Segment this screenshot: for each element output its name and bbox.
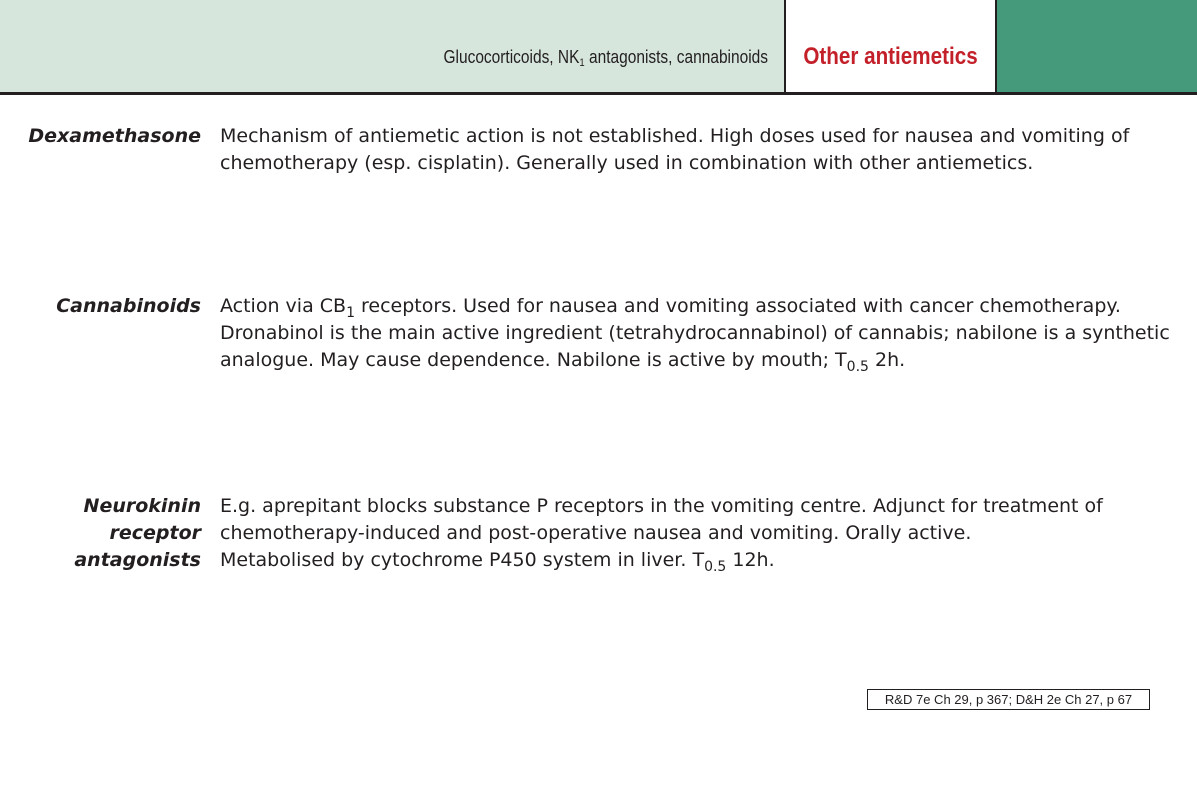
section-tab: Other antiemetics — [784, 0, 997, 92]
term-line: Dexamethasone — [28, 125, 201, 147]
description-dexamethasone: Mechanism of antiemetic action is not es… — [220, 123, 1180, 177]
header-subtitle-suffix: antagonists, cannabinoids — [584, 47, 768, 67]
term-line: antagonists — [74, 549, 201, 571]
subscript: 0.5 — [846, 359, 869, 375]
text-run: Action via CB — [220, 295, 347, 317]
header-band: Glucocorticoids, NK1 antagonists, cannab… — [0, 0, 1197, 95]
description-line: Mechanism of antiemetic action is not es… — [220, 125, 1130, 147]
subscript: 1 — [346, 305, 355, 321]
header-subtitle-prefix: Glucocorticoids, NK — [443, 47, 580, 67]
subscript: 0.5 — [704, 559, 727, 575]
reference-box: R&D 7e Ch 29, p 367; D&H 2e Ch 27, p 67 — [867, 689, 1150, 710]
term-cannabinoids: Cannabinoids — [1, 293, 201, 320]
section-title: Other antiemetics — [803, 43, 978, 70]
description-line: chemotherapy-induced and post-operative … — [220, 522, 972, 544]
term-line: Neurokinin — [83, 495, 201, 517]
text-run: 2h. — [868, 349, 906, 371]
description-line: analogue. May cause dependence. Nabilone… — [220, 347, 1180, 374]
text-run: 12h. — [726, 549, 775, 571]
term-neurokinin-antagonists: Neurokinin receptor antagonists — [1, 493, 201, 574]
term-line: Cannabinoids — [56, 295, 201, 317]
description-line: Dronabinol is the main active ingredient… — [220, 322, 1170, 344]
header-subtitle: Glucocorticoids, NK1 antagonists, cannab… — [417, 47, 768, 69]
description-neurokinin-antagonists: E.g. aprepitant blocks substance P recep… — [220, 493, 1180, 574]
description-line: Action via CB1 receptors. Used for nause… — [220, 293, 1180, 320]
term-line: receptor — [109, 522, 201, 544]
description-line: E.g. aprepitant blocks substance P recep… — [220, 495, 1103, 517]
description-cannabinoids: Action via CB1 receptors. Used for nause… — [220, 293, 1180, 374]
text-run: receptors. Used for nausea and vomiting … — [354, 295, 1121, 317]
text-run: analogue. May cause dependence. Nabilone… — [220, 349, 847, 371]
text-run: Metabolised by cytochrome P450 system in… — [220, 549, 705, 571]
description-line: Metabolised by cytochrome P450 system in… — [220, 547, 1180, 574]
header-accent-block — [997, 0, 1197, 92]
description-line: chemotherapy (esp. cisplatin). Generally… — [220, 152, 1034, 174]
term-dexamethasone: Dexamethasone — [1, 123, 201, 150]
